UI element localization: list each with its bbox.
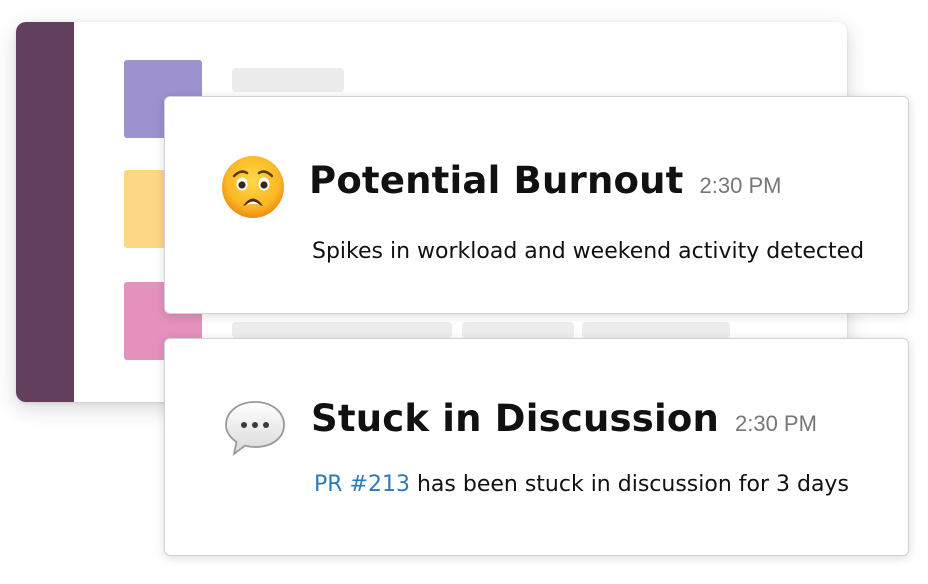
speech-balloon-emoji-icon — [222, 396, 288, 462]
workspace-sidebar — [16, 22, 74, 402]
notification-card-burnout[interactable]: Potential Burnout 2:30 PM Spikes in work… — [164, 96, 909, 314]
notification-header: Stuck in Discussion 2:30 PM — [311, 397, 817, 440]
notification-title: Stuck in Discussion — [311, 397, 719, 440]
notification-card-stuck[interactable]: Stuck in Discussion 2:30 PM PR #213 has … — [164, 338, 909, 556]
text-placeholder — [232, 322, 452, 338]
pull-request-link[interactable]: PR #213 — [314, 472, 410, 497]
anguished-face-emoji-icon — [220, 154, 286, 220]
text-placeholder — [232, 68, 344, 92]
notification-showcase: Potential Burnout 2:30 PM Spikes in work… — [0, 0, 928, 584]
notification-header: Potential Burnout 2:30 PM — [309, 159, 781, 202]
notification-timestamp: 2:30 PM — [734, 411, 817, 436]
text-placeholder — [582, 322, 730, 338]
notification-timestamp: 2:30 PM — [699, 173, 782, 198]
notification-message-text: has been stuck in discussion for 3 days — [409, 472, 849, 497]
notification-title: Potential Burnout — [309, 159, 684, 202]
notification-message: PR #213 has been stuck in discussion for… — [314, 472, 849, 497]
text-placeholder — [462, 322, 574, 338]
notification-message: Spikes in workload and weekend activity … — [312, 239, 865, 264]
